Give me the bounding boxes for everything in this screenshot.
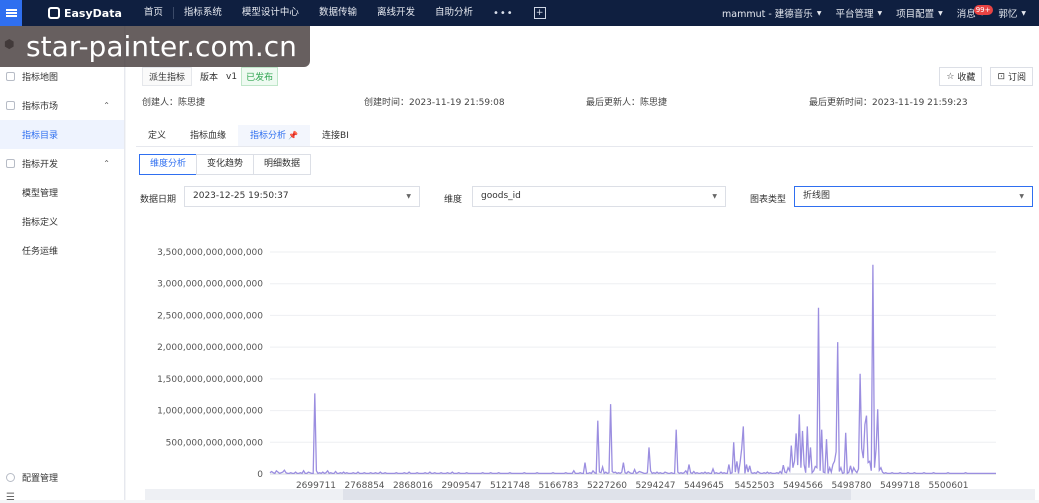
scrollbar-thumb[interactable]	[343, 489, 851, 500]
y-tick-label: 3,500,000,000,000,000	[157, 248, 263, 258]
y-tick-label: 3,000,000,000,000,000	[157, 280, 263, 290]
dimension-line-chart: 0 500,000,000,000,000 1,000,000,000,000,00…	[157, 248, 996, 491]
y-tick-label: 1,500,000,000,000,000	[157, 375, 263, 385]
y-tick-label: 0	[257, 470, 263, 480]
chart-grid	[270, 251, 996, 475]
y-tick-label: 500,000,000,000,000	[166, 438, 264, 448]
y-tick-label: 1,000,000,000,000,000	[157, 407, 263, 417]
y-tick-label: 2,000,000,000,000,000	[157, 343, 263, 353]
chart-horizontal-scrollbar[interactable]	[145, 489, 1035, 500]
y-tick-label: 2,500,000,000,000,000	[157, 311, 263, 321]
